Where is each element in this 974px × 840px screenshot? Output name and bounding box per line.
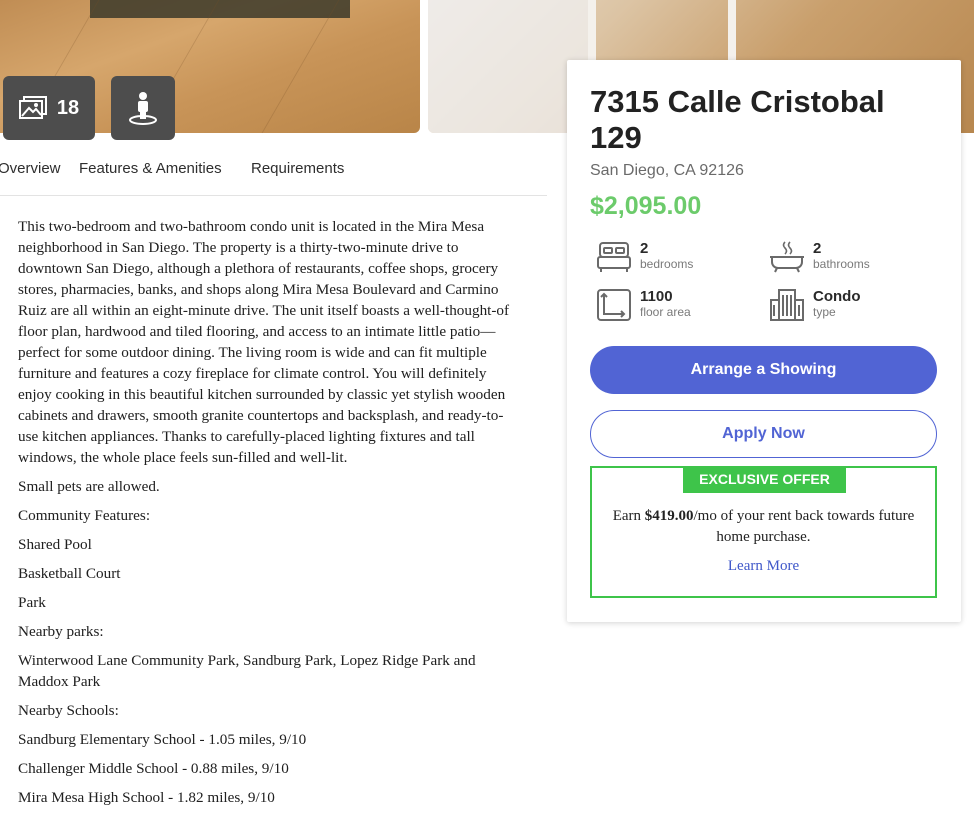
- bed-icon: [597, 242, 631, 272]
- photo-detail: [261, 0, 340, 133]
- list-item: Sandburg Elementary School - 1.05 miles,…: [18, 731, 307, 748]
- photo-gallery-button[interactable]: 18: [3, 76, 95, 140]
- offer-suffix: /mo of your rent back towards future hom…: [693, 508, 915, 545]
- spec-floor-area: 1100 floor area: [596, 288, 691, 322]
- list-item: Shared Pool: [18, 536, 92, 553]
- street-view-icon: [129, 92, 157, 125]
- type-label: type: [813, 305, 836, 319]
- bathtub-icon: [770, 241, 804, 273]
- section-heading: Nearby parks:: [18, 623, 104, 640]
- listing-tabs: Overview Features & Amenities Requiremen…: [0, 158, 547, 196]
- photo-detail: [90, 0, 350, 18]
- photo-count: 18: [56, 96, 80, 119]
- list-item: Park: [18, 594, 46, 611]
- spec-type: Condo type: [769, 288, 860, 322]
- bedrooms-label: bedrooms: [640, 257, 694, 271]
- bedrooms-value: 2: [640, 240, 649, 257]
- tab-features-amenities[interactable]: Features & Amenities: [79, 160, 222, 177]
- listing-description: This two-bedroom and two-bathroom condo …: [18, 216, 513, 816]
- bathrooms-label: bathrooms: [813, 257, 870, 271]
- tab-overview[interactable]: Overview: [0, 160, 61, 177]
- learn-more-link[interactable]: Learn More: [592, 558, 935, 575]
- list-item: Winterwood Lane Community Park, Sandburg…: [18, 652, 476, 690]
- arrange-showing-button[interactable]: Arrange a Showing: [590, 346, 937, 394]
- listing-summary-card: 7315 Calle Cristobal 129 San Diego, CA 9…: [567, 60, 961, 622]
- photo-detail: [428, 0, 588, 133]
- section-heading: Community Features:: [18, 507, 151, 524]
- tab-requirements[interactable]: Requirements: [251, 160, 344, 177]
- exclusive-offer-box: EXCLUSIVE OFFER Earn $419.00/mo of your …: [590, 466, 937, 598]
- listing-address: 7315 Calle Cristobal 129: [590, 84, 885, 155]
- listing-city: San Diego, CA 92126: [590, 162, 744, 179]
- offer-tag: EXCLUSIVE OFFER: [683, 466, 846, 493]
- floor-area-label: floor area: [640, 305, 691, 319]
- list-item: Challenger Middle School - 0.88 miles, 9…: [18, 760, 289, 777]
- street-view-button[interactable]: [111, 76, 175, 140]
- spec-bedrooms: 2 bedrooms: [596, 240, 693, 274]
- apply-now-button[interactable]: Apply Now: [590, 410, 937, 458]
- description-paragraph: This two-bedroom and two-bathroom condo …: [18, 218, 510, 466]
- offer-prefix: Earn: [612, 508, 645, 524]
- bathrooms-value: 2: [813, 240, 822, 257]
- list-item: Mira Mesa High School - 1.82 miles, 9/10: [18, 789, 275, 806]
- section-heading: Nearby Schools:: [18, 702, 119, 719]
- type-value: Condo: [813, 288, 861, 305]
- spec-bathrooms: 2 bathrooms: [769, 240, 870, 274]
- floor-area-icon: [597, 289, 631, 321]
- offer-text: Earn $419.00/mo of your rent back toward…: [602, 506, 925, 548]
- building-icon: [770, 289, 804, 321]
- listing-price: $2,095.00: [590, 192, 702, 220]
- floor-area-value: 1100: [640, 288, 673, 305]
- offer-amount: $419.00: [644, 508, 694, 524]
- list-item: Basketball Court: [18, 565, 121, 582]
- pets-policy: Small pets are allowed.: [18, 478, 160, 495]
- image-gallery-icon: [18, 96, 47, 119]
